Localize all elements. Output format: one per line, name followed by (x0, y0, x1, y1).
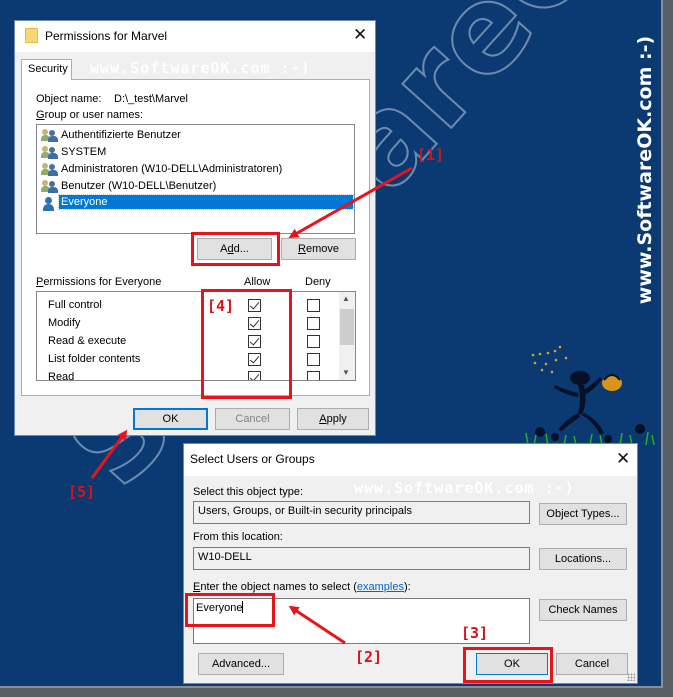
tab-security[interactable]: Security (21, 59, 72, 80)
resize-grip[interactable] (627, 673, 635, 681)
locations-button[interactable]: Locations... (539, 548, 627, 570)
group-icon (41, 129, 59, 142)
sparkles (531, 345, 568, 374)
permission-name: List folder contents (48, 353, 141, 365)
dancer-figure (554, 371, 604, 435)
group-icon (41, 180, 59, 193)
location-field: W10-DELL (193, 547, 530, 570)
remove-button[interactable]: Remove (281, 238, 356, 260)
list-item[interactable]: SYSTEM (39, 144, 352, 161)
dialog-title: Permissions for Marvel (45, 29, 168, 43)
annotation-step-2: [2] (355, 648, 383, 666)
permissions-list: Full control Modify Read & execute List … (36, 291, 356, 381)
highlight-add-button (191, 232, 280, 266)
list-item[interactable]: Benutzer (W10-DELL\Benutzer) (39, 178, 352, 195)
deny-checkbox[interactable] (307, 299, 320, 312)
close-icon[interactable]: ✕ (616, 451, 630, 468)
object-types-button[interactable]: Object Types... (539, 503, 627, 525)
deny-checkbox[interactable] (307, 353, 320, 366)
group-icon (41, 163, 59, 176)
list-item[interactable]: Administratoren (W10-DELL\Administratore… (39, 161, 352, 178)
watermark-inline: www.SoftwareOK.com :-) (90, 59, 311, 77)
permission-row: Modify (37, 315, 337, 333)
permission-name: Full control (48, 299, 102, 311)
list-item-label: Authentifizierte Benutzer (61, 129, 181, 141)
user-icon (42, 197, 59, 211)
ok-button[interactable]: OK (133, 408, 208, 430)
scroll-down-icon[interactable]: ▼ (342, 368, 350, 377)
dialog-title: Select Users or Groups (190, 452, 315, 466)
select-users-dialog: Select Users or Groups ✕ www.SoftwareOK.… (183, 443, 638, 684)
list-item-label: SYSTEM (61, 146, 107, 158)
frame-shadow (663, 0, 673, 697)
annotation-step-4: [4] (207, 297, 235, 315)
scroll-up-icon[interactable]: ▲ (342, 294, 350, 303)
permissions-for-label: Permissions for Everyone (36, 276, 162, 288)
frame-shadow (0, 688, 673, 697)
examples-link[interactable]: examples (357, 581, 404, 593)
permission-name: Read (48, 371, 75, 381)
object-name-label: Object name: (36, 93, 102, 105)
permissions-dialog: Permissions for Marvel ✕ Security www.So… (14, 20, 376, 436)
mascot-illustration (525, 345, 655, 445)
location-label: From this location: (193, 531, 283, 543)
folder-icon (25, 28, 38, 43)
permissions-scrollbar[interactable]: ▲ ▼ (339, 292, 355, 380)
annotation-step-1: [1] (417, 146, 445, 164)
watermark-inline: www.SoftwareOK.com :-) (354, 479, 575, 497)
list-item-selected[interactable]: Everyone (39, 194, 354, 212)
list-item[interactable]: Authentifizierte Benutzer (39, 127, 352, 144)
allow-header: Allow (244, 276, 271, 288)
close-icon[interactable]: ✕ (353, 27, 367, 44)
apply-button[interactable]: Apply (297, 408, 369, 430)
group-names-label: Group or user names: (36, 109, 143, 121)
list-item-label: Administratoren (W10-DELL\Administratore… (61, 163, 283, 175)
annotation-step-3: [3] (461, 624, 489, 642)
flowers (535, 424, 645, 443)
permission-name: Modify (48, 317, 81, 329)
list-item-label: Benutzer (W10-DELL\Benutzer) (61, 180, 217, 192)
watermark-vertical: www.SoftwareOK.com :-) (634, 35, 656, 305)
annotation-step-5: [5] (68, 483, 96, 501)
deny-header: Deny (305, 276, 331, 288)
permission-name: Read & execute (48, 335, 127, 347)
permission-row: Read & execute (37, 333, 337, 351)
deny-checkbox[interactable] (307, 335, 320, 348)
permission-row: Full control (37, 297, 337, 315)
highlight-names-input (185, 593, 275, 627)
arrow-step-5 (90, 429, 128, 479)
title-bar[interactable]: Permissions for Marvel ✕ (15, 21, 375, 52)
title-bar[interactable]: Select Users or Groups ✕ (184, 444, 637, 476)
list-item-label: Everyone (58, 194, 354, 210)
check-names-button[interactable]: Check Names (539, 599, 627, 621)
object-type-field: Users, Groups, or Built-in security prin… (193, 501, 530, 524)
scroll-thumb[interactable] (340, 309, 354, 345)
object-type-label: Select this object type: (193, 486, 304, 498)
object-name-value: D:\_test\Marvel (114, 93, 188, 105)
enter-names-label: Enter the object names to select (exampl… (193, 581, 411, 593)
cancel-button[interactable]: Cancel (215, 408, 290, 430)
cancel-button[interactable]: Cancel (556, 653, 628, 675)
permission-row: Read (37, 369, 337, 381)
deny-checkbox[interactable] (307, 371, 320, 380)
highlight-ok-button (463, 647, 553, 683)
permission-row: List folder contents (37, 351, 337, 369)
deny-checkbox[interactable] (307, 317, 320, 330)
advanced-button[interactable]: Advanced... (198, 653, 284, 675)
group-list[interactable]: Authentifizierte Benutzer SYSTEM Adminis… (36, 124, 355, 234)
group-icon (41, 146, 59, 159)
